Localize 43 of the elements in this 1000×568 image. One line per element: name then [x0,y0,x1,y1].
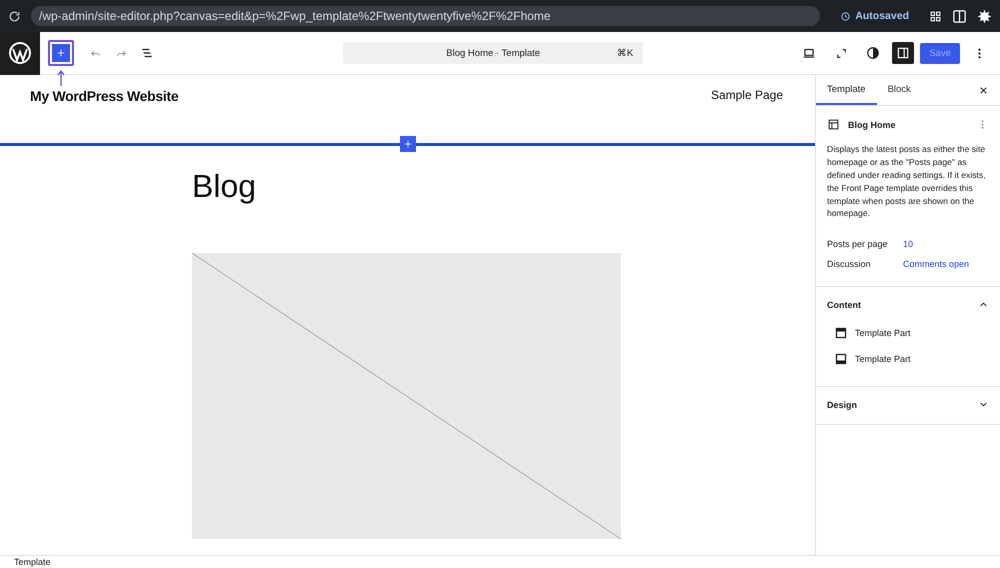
split-view-icon[interactable] [952,8,967,24]
property-label: Discussion [827,259,872,270]
plus-icon [56,48,66,58]
layout-icon [827,118,840,131]
settings-icon[interactable] [977,8,992,24]
expand-icon [834,46,848,60]
sidebar-icon [896,46,910,60]
plus-icon [402,139,412,149]
template-part-item[interactable]: Template Part [827,346,989,372]
sidebar-tab[interactable]: Template [816,75,877,105]
footer-layout-icon [835,353,847,366]
header-layout-icon [835,327,847,340]
list-view-icon [140,46,154,60]
panel-toggle[interactable]: Design [827,399,989,410]
site-title: My WordPress Website [30,88,178,106]
template-part-item[interactable]: Template Part [827,320,989,346]
reload-icon[interactable] [8,10,21,22]
history-icon [840,10,852,22]
annotation-arrow [57,70,65,86]
autosave-status: Autosaved [855,10,909,22]
panel-toggle[interactable]: Content [827,299,989,310]
laptop-icon [802,46,816,60]
apps-icon[interactable] [929,10,942,22]
settings-panel-button[interactable] [892,42,914,64]
nav-link[interactable]: Sample Page [710,88,783,143]
address-bar[interactable]: /wp-admin/site-editor.php?canvas=edit&p=%2Fwp_template%2Ftwentytwentyfive%2F%2Fhome [31,6,820,26]
sidebar-tab[interactable]: Block [876,75,922,105]
page-heading: Blog [192,168,258,205]
property-label: Posts per page [827,239,889,250]
add-block-inline-button[interactable] [400,136,416,152]
contrast-icon [866,46,880,60]
add-block-button[interactable] [48,40,74,66]
template-description: Displays the latest posts as either the site homepage or as the "Posts page" as defined under reading settings. If it exists, the Front Page template overrides this template when posts are shown on the homepage. [827,143,987,220]
template-name: Blog Home [848,120,897,130]
wordpress-logo[interactable] [0,32,40,74]
document-title-bar[interactable]: Blog Home · Template ⌘K [343,42,644,64]
breadcrumb[interactable]: Template [14,557,51,567]
property-value-link[interactable]: Comments open [903,259,970,270]
panel-title: Content [827,300,861,310]
property-value-link[interactable]: 10 [903,239,914,250]
close-icon [978,84,988,96]
panel-title: Design [827,400,858,410]
shortcut-hint: ⌘K [616,47,634,59]
